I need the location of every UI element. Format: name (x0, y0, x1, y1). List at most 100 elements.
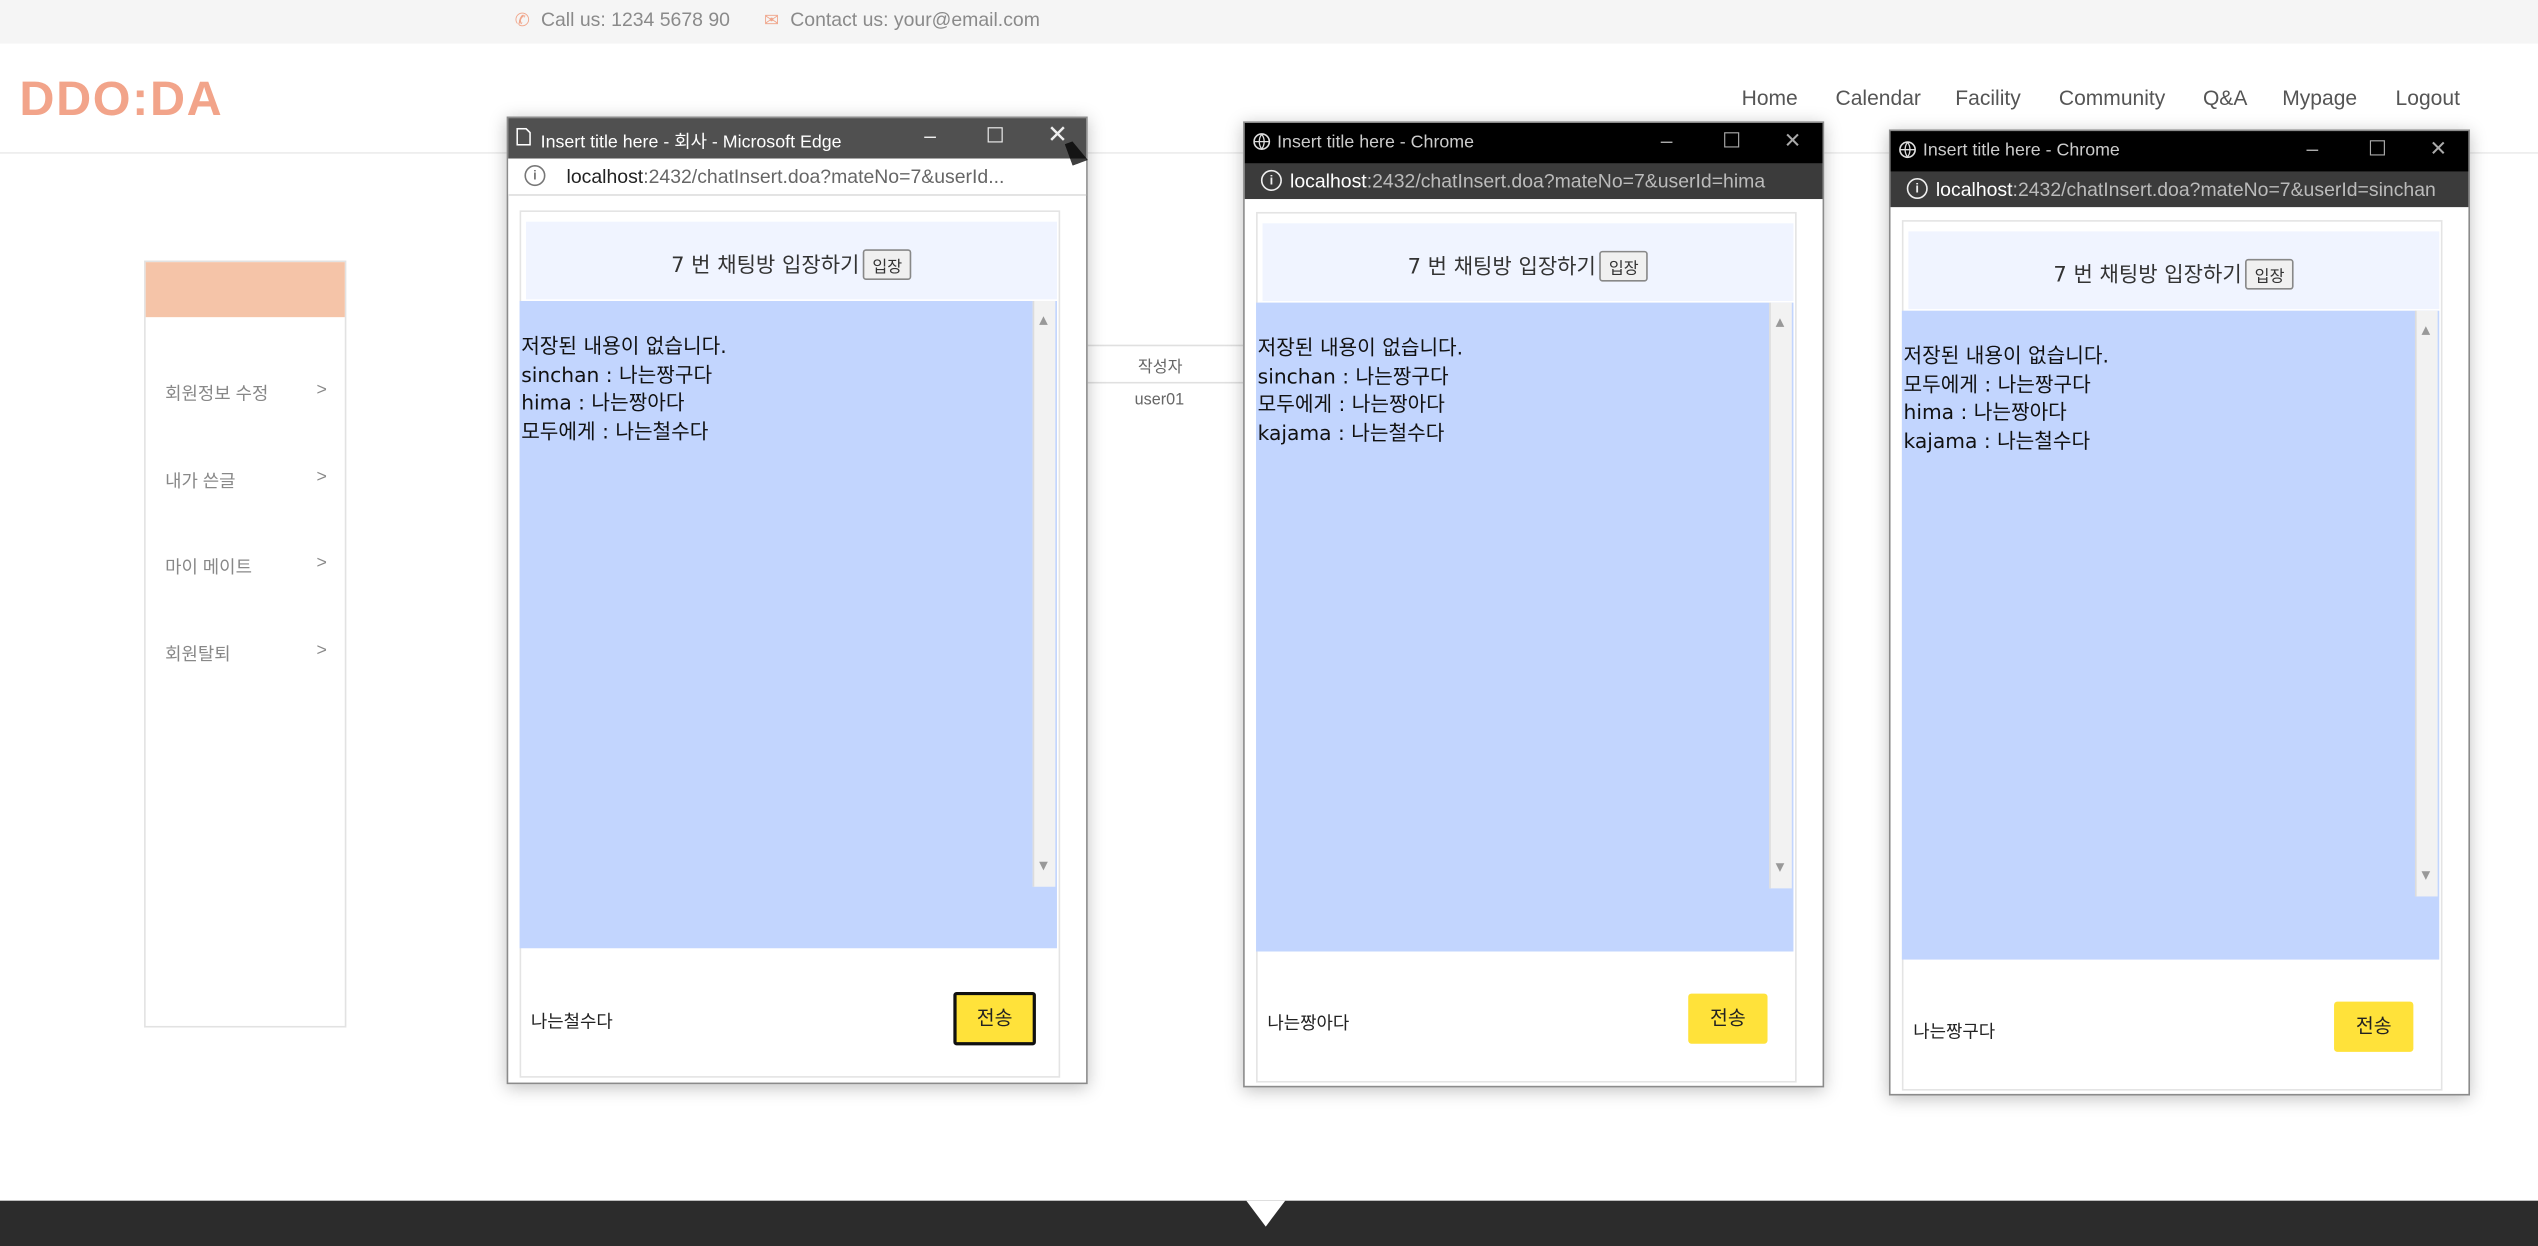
maximize-icon[interactable]: ☐ (2368, 136, 2387, 162)
nav-logout[interactable]: Logout (2396, 86, 2460, 110)
chat-message: kajama : 나는철수다 (1257, 419, 1445, 445)
globe-icon (1899, 141, 1916, 159)
info-icon[interactable]: i (524, 165, 546, 187)
url-text: localhost:2432/chatInsert.doa?mateNo=7&u… (567, 165, 1005, 188)
url-rest: :2432/chatInsert.doa?mateNo=7&userId=him… (1366, 169, 1766, 193)
scroll-up-icon[interactable]: ▲ (1776, 309, 1785, 337)
close-icon[interactable]: ✕ (1784, 128, 1802, 154)
enter-button[interactable]: 입장 (2244, 258, 2295, 290)
minimize-icon[interactable]: – (2307, 136, 2319, 160)
nav-facility[interactable]: Facility (1955, 86, 2020, 110)
chat-messages: 저장된 내용이 없습니다. 모두에게 : 나는짱구다 hima : 나는짱아다 … (1903, 341, 2108, 454)
send-button[interactable]: 전송 (2334, 1001, 2414, 1052)
chat-message: 저장된 내용이 없습니다. (1903, 343, 2109, 368)
chat-scrollbar[interactable]: ▲ ▼ (1769, 302, 1792, 889)
chat-message: 모두에게 : 나는철수다 (521, 418, 709, 443)
room-header: 7 번 채팅방 입장하기 입장 (526, 221, 1057, 300)
sidebar-item-label: 회원정보 수정 (165, 385, 269, 405)
scroll-down-icon[interactable]: ▼ (1039, 852, 1048, 880)
chat-message: sinchan : 나는짱구다 (1257, 363, 1449, 388)
sidebar-item-label: 내가 쓴글 (165, 472, 236, 492)
send-button[interactable]: 전송 (953, 991, 1036, 1046)
enter-button[interactable]: 입장 (862, 249, 912, 280)
sidebar-header (145, 262, 345, 318)
chat-messages: 저장된 내용이 없습니다. sinchan : 나는짱구다 모두에게 : 나는짱… (1258, 333, 1463, 446)
chat-scrollbar[interactable]: ▲ ▼ (1032, 300, 1056, 887)
phone-icon: ✆ (514, 11, 530, 31)
nav-mypage[interactable]: Mypage (2282, 86, 2357, 110)
site-logo[interactable]: DDO:DA (19, 73, 223, 128)
table-cell-writer: user01 (1134, 391, 1185, 410)
sidebar-item-my-mate[interactable]: 마이 메이트 > (165, 553, 327, 579)
message-input[interactable]: 나는짱아다 (1267, 1010, 1349, 1036)
sidebar-item-edit-profile[interactable]: 회원정보 수정 > (165, 380, 327, 406)
sidebar-item-my-posts[interactable]: 내가 쓴글 > (165, 468, 327, 494)
chat-window-chrome-hima: Insert title here - Chrome – ☐ ✕ i local… (1243, 121, 1825, 1088)
message-input[interactable]: 나는짱구다 (1913, 1018, 1995, 1044)
table-header-writer: 작성자 (1137, 359, 1183, 378)
maximize-icon[interactable]: ☐ (986, 123, 1005, 149)
close-icon[interactable]: ✕ (2430, 136, 2448, 162)
chat-message: 저장된 내용이 없습니다. (1257, 334, 1464, 360)
minimize-icon[interactable]: – (1661, 128, 1673, 152)
contact-info[interactable]: ✉ Contact us: your@email.com (764, 8, 1040, 31)
site-footer (0, 1200, 2538, 1246)
screen: ✆ Call us: 1234 5678 90 ✉ Contact us: your… (0, 0, 2538, 1246)
top-contact-bar: ✆ Call us: 1234 5678 90 ✉ Contact us: your… (0, 0, 2538, 44)
message-input[interactable]: 나는철수다 (531, 1008, 613, 1034)
window-titlebar[interactable]: Insert title here - Chrome – ☐ ✕ (1890, 131, 2469, 172)
scroll-up-icon[interactable]: ▲ (2421, 317, 2430, 345)
nav-qna[interactable]: Q&A (2203, 86, 2247, 110)
chat-area[interactable]: 저장된 내용이 없습니다. sinchan : 나는짱구다 모두에게 : 나는짱… (1256, 302, 1794, 952)
maximize-icon[interactable]: ☐ (1722, 128, 1741, 154)
send-button[interactable]: 전송 (1688, 993, 1768, 1044)
mypage-sidebar: 회원정보 수정 > 내가 쓴글 > 마이 메이트 > 회원탈퇴 > (144, 260, 347, 1028)
nav-calendar[interactable]: Calendar (1836, 86, 1921, 110)
enter-button[interactable]: 입장 (1599, 250, 1649, 282)
table-top-border (1087, 344, 1244, 347)
room-title: 7 번 채팅방 입장하기 (671, 254, 860, 279)
chat-message: 저장된 내용이 없습니다. (521, 333, 727, 358)
contact-text: Contact us: your@email.com (790, 8, 1040, 31)
mail-icon: ✉ (763, 11, 779, 31)
scroll-top-arrow-icon[interactable] (1246, 1200, 1286, 1227)
window-title: Insert title here - 회사 - Microsoft Edge (540, 132, 842, 153)
chevron-right-icon: > (316, 553, 327, 573)
room-title: 7 번 채팅방 입장하기 (1407, 255, 1596, 280)
url-host: localhost (1935, 177, 2013, 201)
scroll-up-icon[interactable]: ▲ (1039, 307, 1048, 335)
address-bar[interactable]: i localhost:2432/chatInsert.doa?mateNo=7… (508, 158, 1087, 196)
chat-scrollbar[interactable]: ▲ ▼ (2414, 310, 2438, 897)
call-text: Call us: 1234 5678 90 (540, 8, 730, 31)
chat-area[interactable]: 저장된 내용이 없습니다. 모두에게 : 나는짱구다 hima : 나는짱아다 … (1901, 310, 2440, 960)
info-icon[interactable]: i (1260, 169, 1282, 191)
url-rest: :2432/chatInsert.doa?mateNo=7&userId=sin… (2012, 177, 2436, 201)
info-icon[interactable]: i (1906, 177, 1928, 200)
window-titlebar[interactable]: Insert title here - 회사 - Microsoft Edge … (508, 118, 1087, 159)
minimize-icon[interactable]: – (924, 123, 936, 147)
url-rest: :2432/chatInsert.doa?mateNo=7&userId... (643, 165, 1005, 188)
window-title: Insert title here - Chrome (1277, 132, 1475, 153)
page-icon (516, 127, 531, 146)
room-header: 7 번 채팅방 입장하기 입장 (1908, 231, 2440, 310)
chat-messages: 저장된 내용이 없습니다. sinchan : 나는짱구다 hima : 나는짱… (521, 332, 726, 445)
window-titlebar[interactable]: Insert title here - Chrome – ☐ ✕ (1244, 122, 1823, 164)
nav-community[interactable]: Community (2059, 86, 2165, 110)
sidebar-item-withdraw[interactable]: 회원탈퇴 > (165, 641, 327, 667)
url-host: localhost (1290, 169, 1367, 193)
call-info: ✆ Call us: 1234 5678 90 (515, 8, 730, 31)
sidebar-item-label: 회원탈퇴 (165, 645, 231, 666)
scroll-down-icon[interactable]: ▼ (2421, 862, 2430, 890)
room-header: 7 번 채팅방 입장하기 입장 (1262, 223, 1794, 301)
globe-icon (1253, 133, 1271, 151)
chat-area[interactable]: 저장된 내용이 없습니다. sinchan : 나는짱구다 hima : 나는짱… (519, 300, 1057, 949)
chat-message: 모두에게 : 나는짱구다 (1903, 371, 2091, 396)
chat-window-edge: Insert title here - 회사 - Microsoft Edge … (506, 116, 1088, 1085)
scroll-down-icon[interactable]: ▼ (1776, 854, 1785, 882)
chat-message: kajama : 나는철수다 (1903, 428, 2091, 453)
address-bar[interactable]: i localhost:2432/chatInsert.doa?mateNo=7… (1244, 163, 1823, 200)
url-text: localhost:2432/chatInsert.doa?mateNo=7&u… (1936, 178, 2436, 201)
address-bar[interactable]: i localhost:2432/chatInsert.doa?mateNo=7… (1890, 171, 2469, 208)
chat-message: 모두에게 : 나는짱아다 (1257, 391, 1445, 416)
nav-home[interactable]: Home (1742, 86, 1798, 110)
